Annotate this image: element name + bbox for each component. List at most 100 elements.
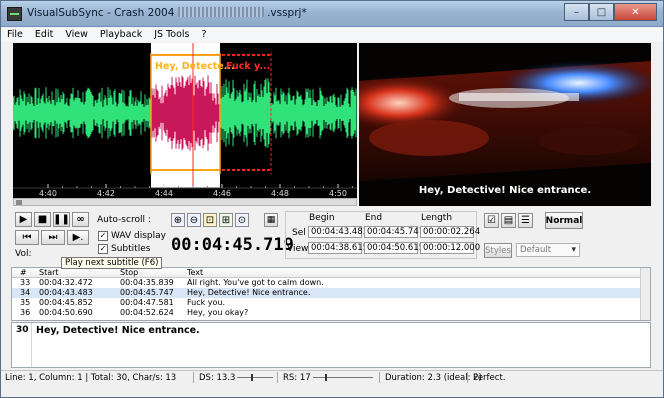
window-title: VisualSubSync - Crash 2004 .vssprj* bbox=[27, 7, 307, 19]
video-panel[interactable]: Hey, Detective! Nice entrance. bbox=[359, 43, 651, 206]
zoom-in-icon: ⊕ bbox=[173, 214, 183, 226]
sel-length-field[interactable]: 00:00:02.264 bbox=[420, 226, 480, 238]
zoom-selection-button[interactable]: ⊡ bbox=[203, 213, 217, 227]
list-icon: ☰ bbox=[521, 215, 530, 226]
column-header-stop[interactable]: Stop bbox=[120, 268, 138, 278]
status-bar: Line: 1, Column: 1 | Total: 30, Char/s: … bbox=[1, 370, 663, 384]
zoom-all-icon: ⊞ bbox=[221, 214, 231, 226]
row-stop: 00:04:45.747 bbox=[120, 288, 174, 297]
row-stop: 00:04:35.839 bbox=[120, 278, 174, 287]
subtitle-editor[interactable]: 30 Hey, Detective! Nice entrance. bbox=[11, 322, 651, 368]
table-row[interactable]: 33 00:04:32.472 00:04:35.839 All right. … bbox=[12, 278, 640, 288]
timeline-label: 4:42 bbox=[97, 189, 115, 198]
status-result: Perfect. bbox=[473, 373, 506, 383]
sel-begin-field[interactable]: 00:04:43.483 bbox=[308, 226, 368, 238]
waveform-scrollbar[interactable] bbox=[13, 198, 357, 206]
status-separator bbox=[379, 372, 380, 383]
view-length-field[interactable]: 00:00:12.000 bbox=[420, 242, 480, 254]
menu-edit[interactable]: Edit bbox=[29, 28, 59, 42]
column-header-text[interactable]: Text bbox=[187, 268, 203, 278]
stop-icon: ■ bbox=[37, 214, 48, 225]
table-scrollbar[interactable] bbox=[640, 268, 650, 320]
row-start: 00:04:32.472 bbox=[39, 278, 93, 287]
table-header: # Start Stop Text bbox=[12, 268, 650, 278]
play-to-end-icon: ▶. bbox=[72, 232, 84, 243]
zoom-in-button[interactable]: ⊕ bbox=[171, 213, 185, 227]
timeline-label: 4:46 bbox=[213, 189, 231, 198]
next-subtitle-button[interactable]: ⏭ bbox=[41, 230, 65, 245]
title-bar[interactable]: VisualSubSync - Crash 2004 .vssprj* – □ … bbox=[1, 1, 663, 27]
row-stop: 00:04:47.581 bbox=[120, 298, 174, 307]
zoom-vertical-button[interactable]: ⊙ bbox=[235, 213, 249, 227]
row-stop: 00:04:52.624 bbox=[120, 308, 174, 317]
document-button[interactable]: ▤ bbox=[501, 213, 516, 228]
close-button[interactable]: ✕ bbox=[614, 3, 657, 21]
column-header-number[interactable]: # bbox=[20, 268, 27, 278]
column-header-start[interactable]: Start bbox=[39, 268, 59, 278]
calendar-icon: ▦ bbox=[266, 215, 276, 225]
play-button[interactable]: ▶ bbox=[15, 212, 32, 227]
table-row[interactable]: 35 00:04:45.852 00:04:47.581 Fuck you. bbox=[12, 298, 640, 308]
calendar-button[interactable]: ▦ bbox=[264, 213, 278, 227]
view-begin-field[interactable]: 00:04:38.615 bbox=[308, 242, 368, 254]
waveform-subtitle-b[interactable]: Fuck y... bbox=[226, 61, 270, 72]
minimize-button[interactable]: – bbox=[564, 3, 589, 21]
table-row[interactable]: 36 00:04:50.690 00:04:52.624 Hey, you ok… bbox=[12, 308, 640, 318]
checklist-icon: ☑ bbox=[487, 215, 496, 226]
zoom-out-icon: ⊖ bbox=[189, 214, 199, 226]
scroll-thumb[interactable] bbox=[16, 200, 22, 205]
waveform-panel[interactable]: 4:40 4:42 4:44 4:46 4:48 4:50 Hey, Detecte...… bbox=[13, 43, 357, 198]
menu-playback[interactable]: Playback bbox=[94, 28, 148, 42]
previous-subtitle-button[interactable]: ⏮ bbox=[15, 230, 39, 245]
timeline-label: 4:48 bbox=[271, 189, 289, 198]
row-start: 00:04:45.852 bbox=[39, 298, 93, 307]
menu-file[interactable]: File bbox=[1, 28, 29, 42]
row-number: 34 bbox=[20, 288, 31, 297]
styles-button[interactable]: Styles bbox=[484, 243, 512, 258]
end-header: End bbox=[365, 213, 383, 223]
status-rs: RS: 17 bbox=[283, 373, 311, 383]
row-text: All right. You've got to calm down. bbox=[187, 278, 324, 287]
pause-icon: ❚❚ bbox=[53, 214, 70, 225]
loop-icon: ∞ bbox=[76, 214, 85, 225]
menu-js-tools[interactable]: JS Tools bbox=[148, 28, 195, 42]
menu-help[interactable]: ? bbox=[196, 28, 213, 42]
row-start: 00:04:50.690 bbox=[39, 308, 93, 317]
loop-button[interactable]: ∞ bbox=[72, 212, 89, 227]
menu-view[interactable]: View bbox=[59, 28, 94, 42]
pause-button[interactable]: ❚❚ bbox=[53, 212, 70, 227]
view-end-field[interactable]: 00:04:50.615 bbox=[364, 242, 424, 254]
style-select[interactable]: Default bbox=[516, 243, 580, 257]
sel-label: Sel bbox=[292, 228, 306, 238]
play-icon: ▶ bbox=[19, 214, 28, 225]
play-to-end-button[interactable]: ▶. bbox=[67, 230, 89, 245]
zoom-vertical-icon: ⊙ bbox=[237, 214, 247, 226]
timeline-label: 4:44 bbox=[155, 189, 173, 198]
waveform-subtitle-a[interactable]: Hey, Detecte... bbox=[155, 61, 235, 72]
wav-display-checkbox[interactable]: ✓ bbox=[98, 231, 108, 241]
current-time-display: 00:04:45.719 bbox=[171, 235, 294, 255]
zoom-selection-icon: ⊡ bbox=[205, 214, 215, 226]
row-number: 33 bbox=[20, 278, 31, 287]
table-row[interactable]: 34 00:04:43.483 00:04:45.747 Hey, Detect… bbox=[12, 288, 640, 298]
skip-forward-icon: ⏭ bbox=[48, 232, 58, 243]
subtitle-table[interactable]: # Start Stop Text 33 00:04:32.472 00:04:… bbox=[11, 267, 651, 321]
blurred-title-segment bbox=[177, 7, 264, 17]
stop-button[interactable]: ■ bbox=[34, 212, 51, 227]
list-button[interactable]: ☰ bbox=[518, 213, 533, 228]
check-button[interactable]: ☑ bbox=[484, 213, 499, 228]
status-ds: DS: 13.3 bbox=[199, 373, 236, 383]
status-separator bbox=[467, 372, 468, 383]
editor-text[interactable]: Hey, Detective! Nice entrance. bbox=[36, 325, 200, 336]
video-frame bbox=[359, 43, 651, 206]
normal-mode-button[interactable]: Normal bbox=[545, 212, 583, 229]
row-number: 35 bbox=[20, 298, 31, 307]
sel-end-field[interactable]: 00:04:45.747 bbox=[364, 226, 424, 238]
zoom-all-button[interactable]: ⊞ bbox=[219, 213, 233, 227]
subtitles-label: Subtitles bbox=[111, 244, 151, 254]
subtitles-checkbox[interactable]: ✓ bbox=[98, 244, 108, 254]
ds-meter bbox=[237, 374, 273, 381]
maximize-button[interactable]: □ bbox=[589, 3, 614, 21]
zoom-out-button[interactable]: ⊖ bbox=[187, 213, 201, 227]
row-start: 00:04:43.483 bbox=[39, 288, 93, 297]
